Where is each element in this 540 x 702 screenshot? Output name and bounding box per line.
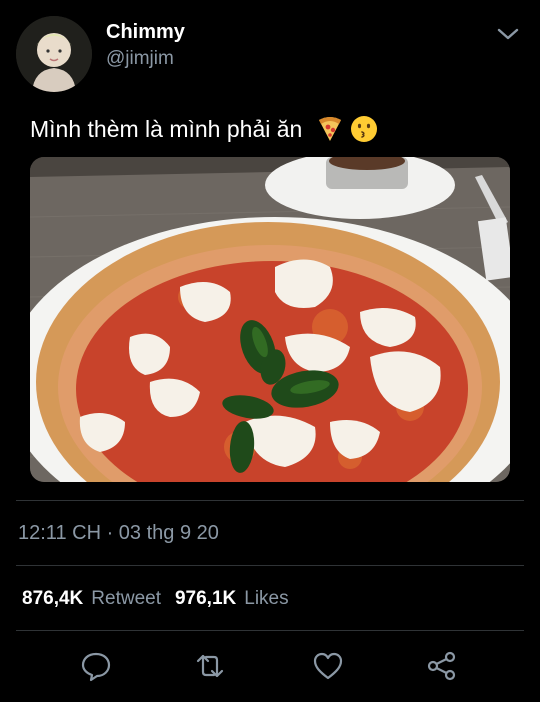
avatar[interactable] xyxy=(16,16,92,92)
tweet-stats: 876,4K Retweet 976,1K Likes xyxy=(22,588,295,610)
divider xyxy=(16,630,524,631)
tweet-text: Mình thèm là mình phải ăn xyxy=(30,112,378,146)
chevron-down-icon[interactable] xyxy=(494,22,522,46)
tweet-photo[interactable] xyxy=(30,157,510,482)
action-bar xyxy=(0,648,540,688)
like-label[interactable]: Likes xyxy=(244,588,288,610)
tweet-timestamp[interactable]: 12:11 CH · 03 thg 9 20 xyxy=(18,522,219,545)
divider xyxy=(16,500,524,501)
display-name[interactable]: Chimmy xyxy=(106,20,185,44)
user-handle[interactable]: @jimjim xyxy=(106,46,185,72)
retweet-icon[interactable] xyxy=(192,648,228,684)
like-count[interactable]: 976,1K xyxy=(175,588,236,610)
divider xyxy=(16,565,524,566)
like-icon[interactable] xyxy=(310,648,346,684)
kissing-face-emoji xyxy=(350,115,378,143)
pizza-emoji xyxy=(316,115,344,143)
retweet-label[interactable]: Retweet xyxy=(91,588,161,610)
share-icon[interactable] xyxy=(424,648,460,684)
tweet-header: Chimmy @jimjim xyxy=(0,0,540,100)
retweet-count[interactable]: 876,4K xyxy=(22,588,83,610)
reply-icon[interactable] xyxy=(78,648,114,684)
tweet-body: Mình thèm là mình phải ăn xyxy=(30,116,303,142)
